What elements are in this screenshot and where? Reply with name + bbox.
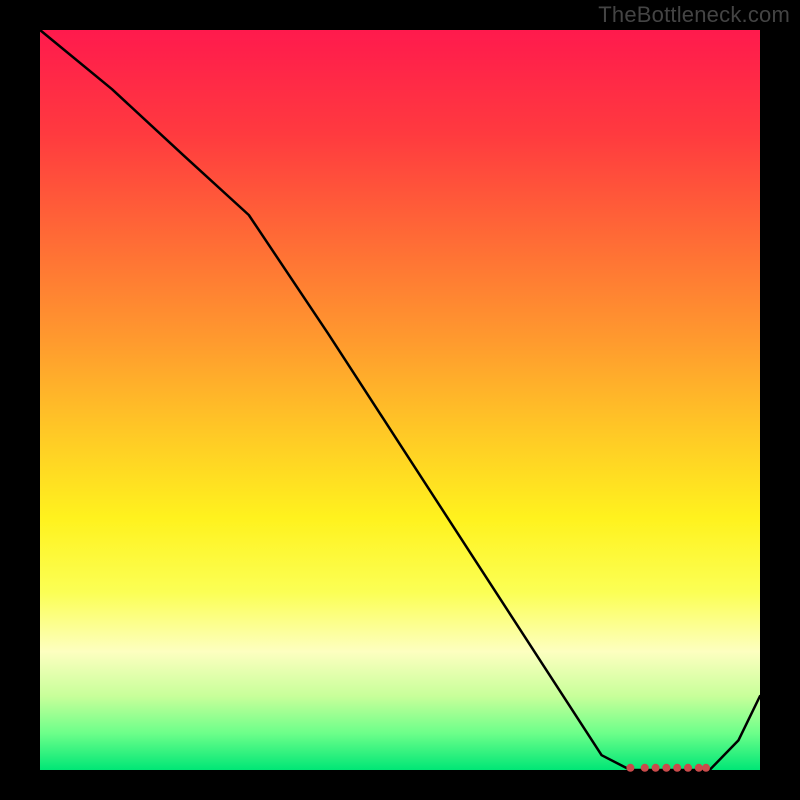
marker-dot — [662, 764, 670, 772]
chart-frame: TheBottleneck.com — [0, 0, 800, 800]
plot-area — [40, 30, 760, 770]
chart-svg — [40, 30, 760, 770]
marker-dot — [673, 764, 681, 772]
marker-dot — [652, 764, 660, 772]
marker-dot — [702, 764, 710, 772]
bottleneck-curve — [40, 30, 760, 770]
marker-dot — [684, 764, 692, 772]
marker-dot — [641, 764, 649, 772]
marker-dot — [695, 764, 703, 772]
watermark-text: TheBottleneck.com — [598, 2, 790, 28]
marker-dot — [626, 764, 634, 772]
